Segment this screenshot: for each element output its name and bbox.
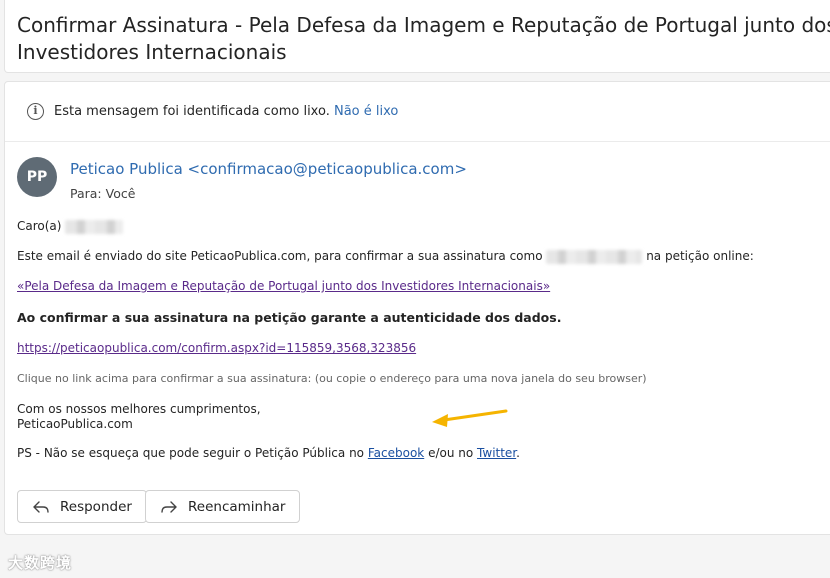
signoff-line-2: PeticaoPublica.com (17, 417, 133, 431)
sender-name[interactable]: Peticao Publica <confirmacao@peticaopubl… (70, 160, 467, 178)
forward-button[interactable]: Reencaminhar (145, 490, 301, 523)
info-icon: i (27, 103, 44, 120)
greeting-line: Caro(a) (17, 219, 124, 234)
petition-line: «Pela Defesa da Imagem e Reputação de Po… (17, 279, 550, 293)
to-label: Para: (70, 186, 102, 201)
to-value: Você (105, 186, 136, 201)
confirm-note: Clique no link acima para confirmar a su… (17, 372, 647, 385)
junk-notice-bar: i Esta mensagem foi identificada como li… (5, 82, 830, 142)
forward-icon (161, 500, 177, 513)
message-card: i Esta mensagem foi identificada como li… (4, 81, 830, 535)
forward-label: Reencaminhar (188, 498, 286, 515)
watermark: 大数跨境 (8, 554, 73, 572)
greeting: Caro(a) (17, 219, 62, 233)
not-junk-link[interactable]: Não é lixo (334, 104, 398, 119)
ps-end: . (516, 446, 520, 460)
redacted-signer (546, 249, 643, 264)
ps-text: PS - Não se esqueça que pode seguir o Pe… (17, 446, 365, 460)
authenticity-text: Ao confirmar a sua assinatura na petição… (17, 310, 562, 325)
intro-text: Este email é enviado do site PeticaoPubl… (17, 249, 543, 263)
subject-header: Confirmar Assinatura - Pela Defesa da Im… (4, 0, 830, 73)
confirm-line: https://peticaopublica.com/confirm.aspx?… (17, 341, 416, 355)
signoff-line-1: Com os nossos melhores cumprimentos, (17, 402, 261, 416)
highlight-arrow-icon (432, 409, 508, 427)
twitter-link[interactable]: Twitter (477, 446, 516, 460)
redacted-name (65, 219, 124, 234)
recipient-line: Para: Você (70, 186, 135, 201)
email-subject: Confirmar Assinatura - Pela Defesa da Im… (17, 13, 830, 64)
ps-line: PS - Não se esqueça que pode seguir o Pe… (17, 446, 520, 460)
ps-middle: e/ou no (428, 446, 474, 460)
facebook-link[interactable]: Facebook (368, 446, 424, 460)
sender-avatar[interactable]: PP (17, 157, 57, 197)
petition-link[interactable]: «Pela Defesa da Imagem e Reputação de Po… (17, 279, 550, 293)
intro-suffix: na petição online: (646, 249, 754, 263)
reply-icon (33, 500, 49, 513)
junk-message: Esta mensagem foi identificada como lixo… (54, 104, 330, 119)
confirm-link[interactable]: https://peticaopublica.com/confirm.aspx?… (17, 341, 416, 355)
junk-notice-text: Esta mensagem foi identificada como lixo… (54, 104, 398, 119)
reply-label: Responder (60, 498, 132, 515)
intro-line: Este email é enviado do site PeticaoPubl… (17, 249, 754, 264)
reply-button[interactable]: Responder (17, 490, 147, 523)
